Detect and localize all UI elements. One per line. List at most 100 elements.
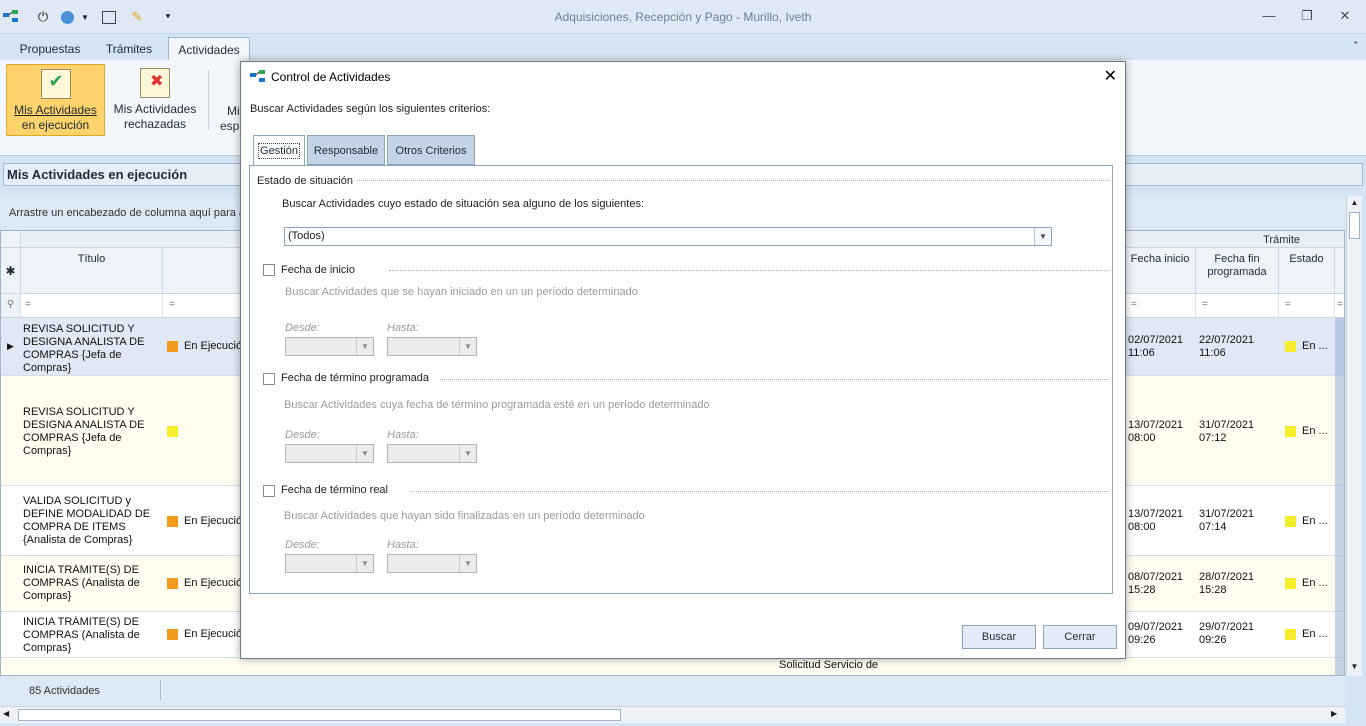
fecha-inicio-checkbox[interactable] — [263, 264, 275, 276]
restore-icon[interactable]: ❐ — [1297, 8, 1317, 26]
col-fecha-fin-line2: programada — [1207, 266, 1267, 278]
horizontal-scroll-thumb[interactable] — [18, 709, 621, 721]
mis-actividades-espera-button[interactable]: Mi esp — [216, 64, 240, 136]
row-estado: En ... — [1285, 577, 1335, 590]
fecha-inicio-label[interactable]: Fecha de inicio — [281, 264, 355, 276]
desde-label: Desde: — [285, 322, 320, 334]
row-estado: En ... — [1285, 515, 1335, 528]
row-fecha-inicio: 08/07/2021 15:28 — [1128, 571, 1184, 596]
row-fecha-fin: 31/07/2021 07:14 — [1199, 508, 1255, 533]
fecha-prog-hasta-picker[interactable]: ▼ — [387, 444, 477, 463]
cerrar-button[interactable]: Cerrar — [1043, 625, 1117, 649]
col-estado-actividad-header[interactable] — [163, 248, 241, 294]
row-estado-actividad — [167, 425, 241, 438]
mis-actividades-rechazadas-button[interactable]: ✖ Mis Actividades rechazadas — [110, 64, 200, 136]
horizontal-scrollbar[interactable]: ◀ ▶ — [0, 706, 1345, 723]
status-orange-icon — [167, 628, 178, 640]
fecha-real-hasta-picker[interactable]: ▼ — [387, 554, 477, 573]
fecha-inicio-desc: Buscar Actividades que se hayan iniciado… — [285, 286, 638, 298]
chevron-down-icon[interactable]: ▼ — [459, 555, 476, 572]
fecha-termino-real-checkbox[interactable] — [263, 485, 275, 497]
scroll-down-icon[interactable]: ▼ — [1348, 662, 1361, 672]
new-row-icon[interactable]: ✱ — [1, 248, 21, 294]
close-icon[interactable]: ✕ — [1104, 66, 1117, 86]
col-titulo-header[interactable]: Título — [21, 248, 163, 294]
scroll-left-icon[interactable]: ◀ — [3, 709, 9, 718]
tab-gestion[interactable]: Gestión — [253, 135, 305, 166]
estado-select[interactable]: (Todos) ▼ — [284, 227, 1052, 246]
minimize-icon[interactable]: — — [1259, 8, 1279, 26]
filter-fecha-fin[interactable]: = — [1196, 294, 1279, 318]
filter-titulo[interactable]: = — [21, 294, 163, 318]
separator — [440, 379, 1109, 380]
row-estado-actividad: En Ejecución — [167, 577, 241, 590]
fecha-inicio-desde-picker[interactable]: ▼ — [285, 337, 374, 356]
filter-estado[interactable]: = — [1279, 294, 1335, 318]
chevron-down-icon[interactable]: ▼ — [356, 555, 373, 572]
estado-prompt: Buscar Actividades cuyo estado de situac… — [282, 198, 645, 210]
chevron-down-icon[interactable]: ▼ — [356, 445, 373, 462]
control-actividades-dialog: Control de Actividades ✕ Buscar Activida… — [240, 61, 1126, 659]
vertical-scrollbar[interactable]: ▲ ▼ — [1346, 196, 1362, 676]
desde-label: Desde: — [285, 429, 320, 441]
row-estado-actividad: En Ejecución — [167, 515, 241, 528]
fecha-termino-prog-checkbox[interactable] — [263, 373, 275, 385]
fecha-termino-prog-label[interactable]: Fecha de término programada — [281, 372, 429, 384]
fecha-termino-real-desc: Buscar Actividades que hayan sido finali… — [284, 510, 645, 522]
row-titulo: INICIA TRÁMITE(S) DE COMPRAS (Analista d… — [23, 564, 140, 602]
col-estado-header[interactable]: Estado — [1279, 248, 1335, 294]
filter-extra[interactable]: = — [1335, 294, 1344, 318]
collapse-ribbon-icon[interactable]: ⌃ — [1352, 40, 1360, 51]
fecha-inicio-hasta-picker[interactable]: ▼ — [387, 337, 477, 356]
status-orange-icon — [167, 515, 178, 527]
status-orange-icon — [167, 577, 178, 589]
chevron-down-icon[interactable]: ▼ — [356, 338, 373, 355]
window-title: Adquisiciones, Recepción y Pago - Murill… — [554, 10, 812, 24]
vertical-scroll-thumb[interactable] — [1349, 212, 1360, 239]
buscar-button[interactable]: Buscar — [962, 625, 1036, 649]
table-row[interactable]: Solicitud Servicio de — [1, 658, 1344, 675]
hasta-label: Hasta: — [387, 539, 419, 551]
status-bar: 85 Actividades — [0, 676, 1345, 706]
scroll-right-icon[interactable]: ▶ — [1331, 709, 1337, 718]
dialog-intro: Buscar Actividades según los siguientes … — [250, 103, 491, 115]
scroll-up-icon[interactable]: ▲ — [1348, 198, 1361, 208]
filter-icon[interactable]: ⚲ — [1, 294, 21, 318]
desde-label: Desde: — [285, 539, 320, 551]
row-estado-actividad: En Ejecución — [167, 340, 241, 353]
chevron-down-icon[interactable]: ▼ — [459, 445, 476, 462]
dialog-title: Control de Actividades — [271, 70, 391, 84]
btn1-line1: Mis Actividades — [14, 103, 97, 117]
dialog-titlebar: Control de Actividades ✕ — [241, 62, 1125, 92]
row-fecha-inicio: 02/07/2021 11:06 — [1128, 334, 1184, 359]
row-fecha-inicio: 09/07/2021 09:26 — [1128, 621, 1184, 646]
col-fecha-fin-header[interactable]: Fecha fin programada — [1196, 248, 1279, 294]
clipboard-check-icon: ✔ — [40, 69, 71, 99]
tab-otros-criterios[interactable]: Otros Criterios — [387, 135, 475, 165]
row-estado-actividad: En Ejecución — [167, 628, 241, 641]
fecha-termino-real-label[interactable]: Fecha de término real — [281, 484, 388, 496]
btn2-line1: Mis Actividades — [113, 102, 197, 116]
tab-actividades[interactable]: Actividades — [168, 37, 250, 60]
btn3-line1: Mi — [227, 104, 240, 118]
chevron-down-icon[interactable]: ▼ — [459, 338, 476, 355]
filter-estado-actividad[interactable]: = — [163, 294, 241, 318]
app-logo-icon — [250, 70, 266, 87]
clipboard-reject-icon: ✖ — [140, 68, 170, 98]
row-fecha-fin: 28/07/2021 15:28 — [1199, 571, 1255, 596]
chevron-down-icon[interactable]: ▼ — [1034, 228, 1051, 245]
row-pointer-icon: ▶ — [7, 341, 14, 351]
tab-propuestas[interactable]: Propuestas — [12, 37, 88, 60]
fecha-real-desde-picker[interactable]: ▼ — [285, 554, 374, 573]
tab-tramites[interactable]: Trámites — [96, 37, 162, 60]
close-window-icon[interactable]: ✕ — [1335, 8, 1355, 26]
col-fecha-inicio-header[interactable]: Fecha inicio — [1125, 248, 1196, 294]
fecha-prog-desde-picker[interactable]: ▼ — [285, 444, 374, 463]
tab-responsable[interactable]: Responsable — [307, 135, 385, 165]
ribbon-tabs: Propuestas Trámites Actividades ⌃ — [0, 34, 1366, 60]
filter-fecha-inicio[interactable]: = — [1125, 294, 1196, 318]
row-fecha-fin: 22/07/2021 11:06 — [1199, 334, 1255, 359]
mis-actividades-ejecucion-button[interactable]: ✔ Mis Actividades en ejecución — [6, 64, 105, 136]
status-yellow-icon — [1285, 425, 1296, 437]
estado-section-title: Estado de situación — [257, 175, 354, 187]
